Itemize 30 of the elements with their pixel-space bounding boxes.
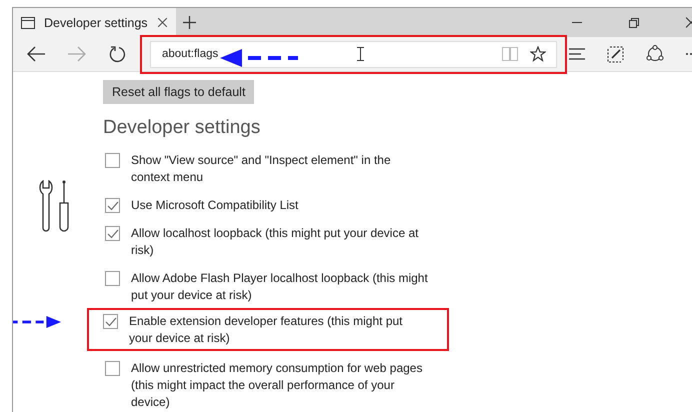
refresh-icon[interactable] (109, 46, 126, 62)
checkbox[interactable] (105, 153, 120, 168)
close-icon[interactable] (686, 17, 692, 28)
flag-label: Show "View source" and "Inspect element" in the context menu (131, 152, 392, 186)
flag-label: Allow Adobe Flash Player localhost loopback (this might put your device at risk) (131, 270, 429, 304)
share-icon[interactable] (646, 45, 664, 63)
text-cursor-icon (356, 47, 364, 61)
close-tab-icon[interactable] (158, 18, 167, 27)
star-icon[interactable] (530, 46, 546, 62)
reset-flags-button[interactable]: Reset all flags to default (103, 80, 254, 104)
flag-label: Allow unrestricted memory consumption for web pages (this might impact the overall performance of your device) (131, 360, 424, 411)
section-heading: Developer settings (103, 117, 260, 139)
tab-page-icon (21, 16, 35, 28)
flag-label: Enable extension developer features (this might put your device at risk) (129, 313, 404, 347)
address-field[interactable]: about:flags (150, 40, 557, 68)
hub-icon[interactable] (569, 48, 585, 60)
browser-tab[interactable]: Developer settings (13, 8, 176, 37)
flag-label: Allow localhost loopback (this might put your device at risk) (131, 225, 420, 259)
minimize-icon[interactable] (572, 22, 582, 24)
new-tab-icon[interactable] (183, 16, 196, 29)
checkbox[interactable] (105, 361, 120, 376)
checkbox[interactable] (103, 314, 118, 329)
flag-label: Use Microsoft Compatibility List (131, 197, 300, 214)
note-pen-icon[interactable] (607, 46, 624, 62)
checkbox[interactable] (105, 226, 120, 241)
restore-icon[interactable] (629, 18, 639, 28)
tab-title: Developer settings (44, 16, 149, 30)
checkbox[interactable] (105, 198, 120, 213)
back-icon[interactable] (27, 46, 45, 62)
checkbox[interactable] (105, 271, 120, 286)
